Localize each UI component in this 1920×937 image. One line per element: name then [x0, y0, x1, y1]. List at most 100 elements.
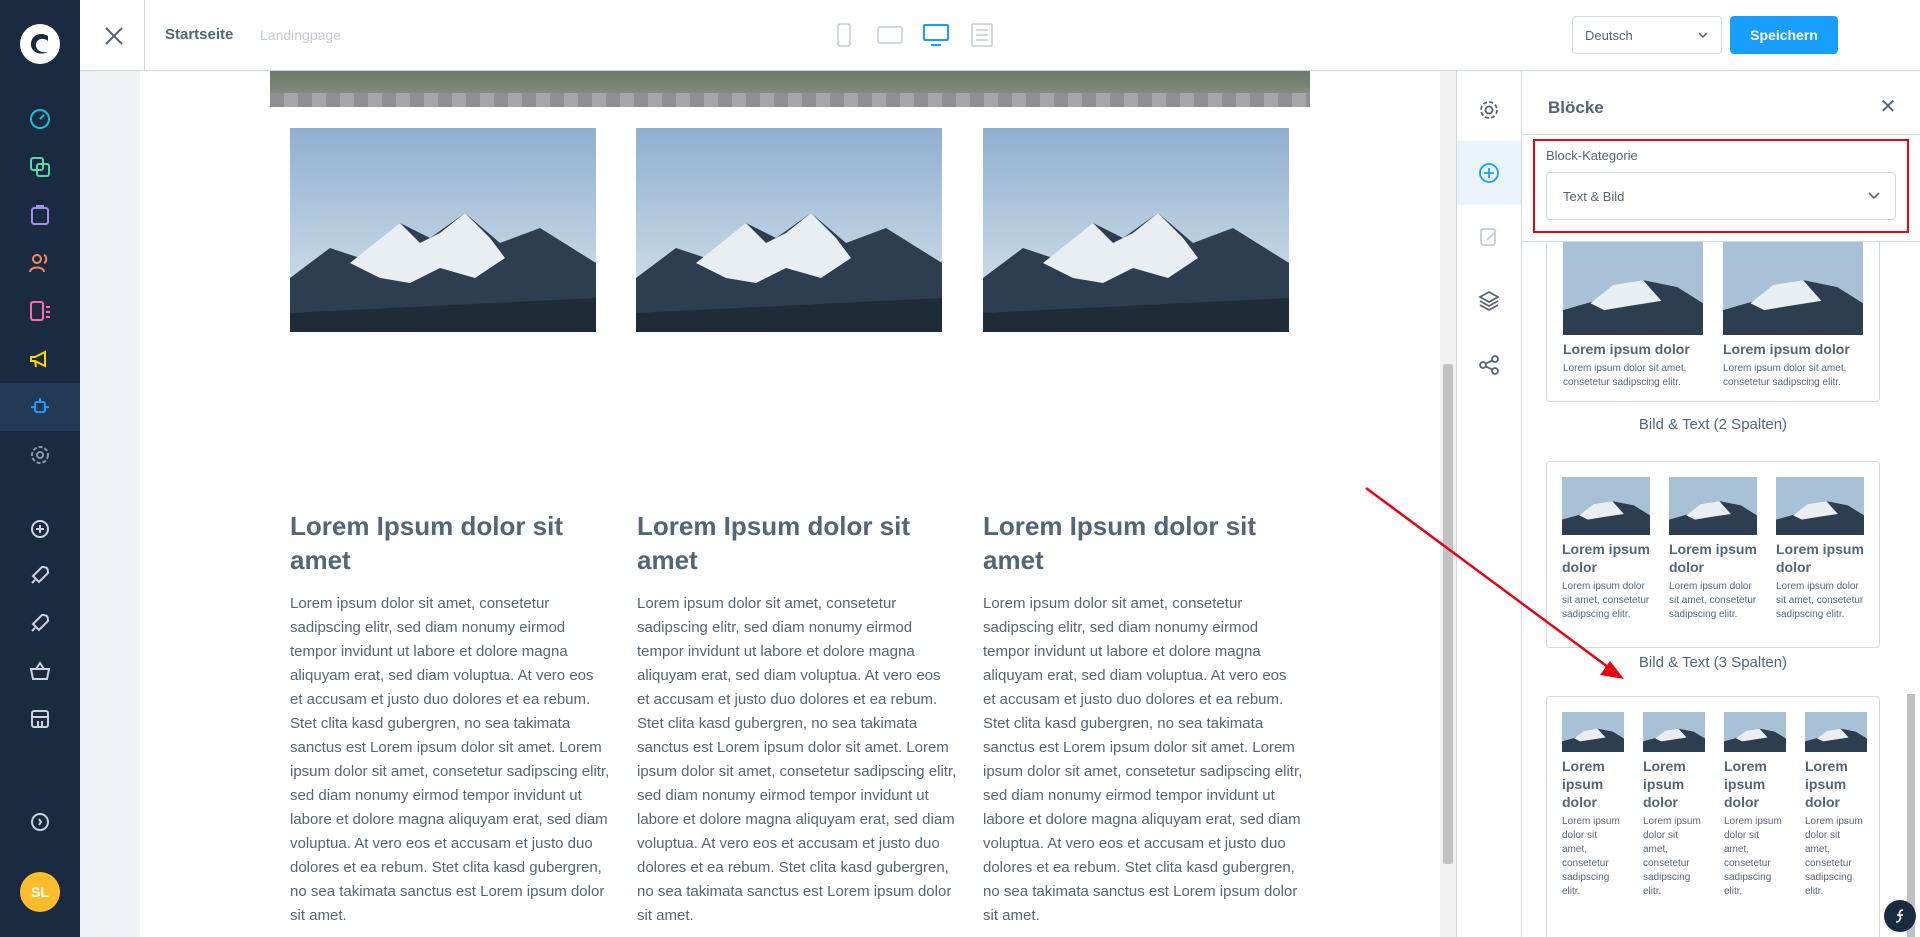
chevron-down-icon [1698, 32, 1708, 39]
blocks-list: Lorem ipsum dolor Lorem ipsum dolor sit … [1522, 241, 1920, 937]
topbar-divider [144, 0, 145, 71]
mountain-thumbnail [1776, 477, 1864, 535]
block-name: Bild & Text (2 Spalten) [1638, 416, 1788, 433]
block-preview-item: Lorem ipsum dolor Lorem ipsum dolor sit … [1723, 242, 1863, 390]
orders-icon[interactable] [24, 199, 56, 231]
block-preview-item: Lorem ipsum dolor Lorem ipsum dolor sit … [1724, 712, 1786, 899]
block-name: Bild & Text (3 Spalten) [1638, 654, 1788, 671]
block-card-title: Lorem ipsum dolor [1562, 541, 1650, 575]
store-icon[interactable] [24, 703, 56, 735]
rocket-icon[interactable] [24, 559, 56, 591]
block-card-text: Lorem ipsum dolor sit amet, consetetur s… [1723, 363, 1847, 388]
mountain-thumbnail [1563, 242, 1703, 335]
extensions-icon[interactable] [24, 391, 56, 423]
breadcrumb-page[interactable]: Startseite [165, 26, 233, 43]
block-card-text: Lorem ipsum dolor sit amet, consetetur s… [1776, 581, 1864, 620]
help-icon[interactable] [24, 806, 56, 838]
share-tab[interactable] [1457, 333, 1521, 397]
symfony-toolbar-icon[interactable] [1884, 900, 1916, 932]
blocks-tab[interactable] [1457, 141, 1521, 205]
shopware-logo[interactable] [18, 22, 62, 66]
block-card-text: Lorem ipsum dolor sit amet, consetetur s… [1805, 816, 1863, 897]
block-category-select[interactable]: Text & Bild [1546, 172, 1896, 220]
share-icon [1479, 355, 1499, 375]
admin-sidebar: SL [0, 0, 80, 937]
block-preview-item: Lorem ipsum dolor Lorem ipsum dolor sit … [1562, 712, 1624, 899]
block-preview-item: Lorem ipsum dolor Lorem ipsum dolor sit … [1669, 477, 1757, 622]
block-card-3-columns[interactable]: Lorem ipsum dolor Lorem ipsum dolor sit … [1546, 461, 1880, 648]
marketing-icon[interactable] [24, 343, 56, 375]
mountain-thumbnail [1723, 242, 1863, 335]
rocket-icon[interactable] [24, 607, 56, 639]
close-editor-button[interactable] [96, 18, 132, 54]
blocks-panel-header: Blöcke ✕ [1522, 71, 1920, 135]
mountain-thumbnail [1669, 477, 1757, 535]
hero-image[interactable] [270, 71, 1310, 107]
mountain-thumbnail [1562, 477, 1650, 535]
avatar[interactable]: SL [20, 872, 60, 912]
layers-icon [1478, 290, 1500, 312]
dashboard-icon[interactable] [24, 103, 56, 135]
column-title[interactable]: Lorem Ipsum dolor sit amet [637, 509, 947, 577]
edit-icon [1480, 228, 1497, 246]
block-card-title: Lorem ipsum dolor [1776, 541, 1864, 575]
symfony-icon [1895, 909, 1904, 923]
list-view-button[interactable] [968, 20, 996, 50]
block-card-text: Lorem ipsum dolor sit amet, consetetur s… [1562, 816, 1620, 897]
block-preview-item: Lorem ipsum dolor Lorem ipsum dolor sit … [1776, 477, 1864, 622]
close-icon [105, 27, 123, 45]
mountain-image[interactable] [290, 128, 596, 332]
language-value: Deutsch [1585, 28, 1633, 43]
mountain-image[interactable] [636, 128, 942, 332]
editor-topbar: Startseite Landingpage Deutsch Speichern [80, 0, 1920, 71]
customers-icon[interactable] [24, 247, 56, 279]
mountain-thumbnail [1643, 712, 1705, 752]
products-icon[interactable] [24, 151, 56, 183]
block-card-text: Lorem ipsum dolor sit amet, consetetur s… [1643, 816, 1701, 897]
column-text[interactable]: Lorem ipsum dolor sit amet, consetetur s… [637, 592, 957, 928]
mobile-view-button[interactable] [830, 20, 858, 50]
mountain-image[interactable] [983, 128, 1289, 332]
blocks-scrollbar[interactable] [1904, 242, 1918, 937]
save-button[interactable]: Speichern [1730, 16, 1838, 54]
scrollbar-thumb[interactable] [1907, 694, 1915, 937]
block-preview-item: Lorem ipsum dolor Lorem ipsum dolor sit … [1563, 242, 1703, 390]
desktop-view-button[interactable] [922, 20, 950, 50]
content-icon[interactable] [24, 295, 56, 327]
panel-title: Blöcke [1548, 98, 1604, 117]
scrollbar-thumb[interactable] [1443, 364, 1453, 864]
block-preview-item: Lorem ipsum dolor Lorem ipsum dolor sit … [1805, 712, 1867, 899]
basket-icon[interactable] [24, 655, 56, 687]
tablet-view-button[interactable] [876, 20, 904, 50]
close-panel-button[interactable]: ✕ [1876, 95, 1900, 119]
settings-icon[interactable] [24, 439, 56, 471]
mountain-thumbnail [1562, 712, 1624, 752]
add-icon[interactable] [24, 513, 56, 545]
column-text[interactable]: Lorem ipsum dolor sit amet, consetetur s… [290, 592, 610, 928]
list-icon [971, 23, 993, 47]
block-card-2-columns[interactable]: Lorem ipsum dolor Lorem ipsum dolor sit … [1546, 242, 1880, 402]
canvas-scrollbar[interactable] [1440, 71, 1456, 937]
column-title[interactable]: Lorem Ipsum dolor sit amet [983, 509, 1293, 577]
block-card-text: Lorem ipsum dolor sit amet, consetetur s… [1563, 363, 1687, 388]
settings-tab[interactable] [1457, 78, 1521, 142]
category-value: Text & Bild [1563, 189, 1625, 204]
block-card-title: Lorem ipsum dolor [1643, 758, 1686, 810]
block-card-title: Lorem ipsum dolor [1724, 758, 1767, 810]
block-card-title: Lorem ipsum dolor [1805, 758, 1848, 810]
column-text[interactable]: Lorem ipsum dolor sit amet, consetetur s… [983, 592, 1303, 928]
block-card-text: Lorem ipsum dolor sit amet, consetetur s… [1669, 581, 1757, 620]
language-select[interactable]: Deutsch [1572, 16, 1722, 54]
block-card-title: Lorem ipsum dolor [1563, 341, 1690, 357]
column-title[interactable]: Lorem Ipsum dolor sit amet [290, 509, 600, 577]
mountain-thumbnail [1805, 712, 1867, 752]
plus-circle-icon [1479, 163, 1499, 183]
block-card-title: Lorem ipsum dolor [1562, 758, 1605, 810]
chevron-down-icon [1868, 192, 1880, 200]
layers-tab[interactable] [1457, 269, 1521, 333]
sidebar-rail [1456, 71, 1522, 937]
block-card-4-columns[interactable]: Lorem ipsum dolor Lorem ipsum dolor sit … [1546, 696, 1880, 937]
desktop-icon [923, 24, 949, 46]
edit-tab[interactable] [1457, 205, 1521, 269]
block-card-text: Lorem ipsum dolor sit amet, consetetur s… [1724, 816, 1782, 897]
